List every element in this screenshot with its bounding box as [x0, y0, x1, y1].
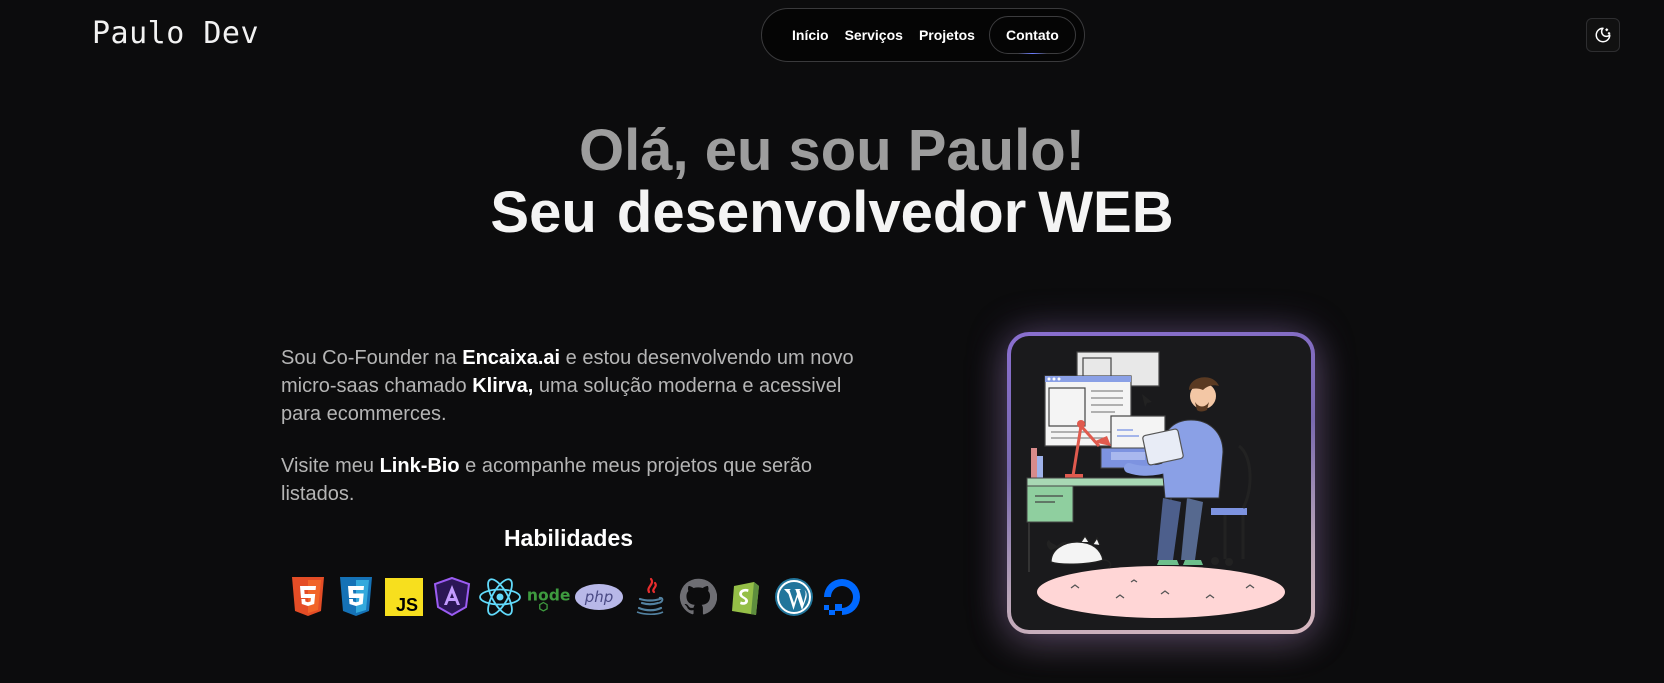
- developer-illustration: [1007, 332, 1315, 634]
- nav-item-inicio[interactable]: Início: [792, 27, 829, 43]
- skills-list: JS node php: [286, 575, 868, 619]
- css3-icon: [334, 575, 378, 619]
- moon-stars-icon: [1595, 27, 1611, 43]
- digitalocean-icon: [820, 575, 864, 619]
- product-name: Klirva,: [472, 375, 534, 397]
- about-paragraph-2: Visite meu Link-Bio e acompanhe meus pro…: [281, 452, 856, 508]
- shopify-icon: [724, 575, 768, 619]
- wordpress-icon: [772, 575, 816, 619]
- html5-icon: [286, 575, 330, 619]
- javascript-label: JS: [396, 595, 418, 615]
- link-bio-link[interactable]: Link-Bio: [380, 455, 460, 477]
- react-icon: [478, 575, 522, 619]
- php-label: php: [584, 588, 614, 606]
- main-nav: Início Serviços Projetos Contato: [761, 8, 1085, 62]
- php-icon: php: [574, 575, 624, 619]
- nav-item-projetos[interactable]: Projetos: [919, 27, 975, 43]
- about-section: Sou Co-Founder na Encaixa.ai e estou des…: [281, 344, 856, 532]
- site-logo[interactable]: Paulo Dev: [92, 16, 259, 51]
- contact-button[interactable]: Contato: [988, 16, 1076, 54]
- nodejs-label: node: [527, 587, 570, 605]
- java-icon: [628, 575, 672, 619]
- javascript-icon: JS: [382, 575, 426, 619]
- hero-highlight: WEB: [1038, 180, 1174, 245]
- hero-subtitle: Seu desenvolvedor WEB: [0, 184, 1664, 242]
- about-text: Visite meu: [281, 455, 380, 477]
- about-paragraph-1: Sou Co-Founder na Encaixa.ai e estou des…: [281, 344, 856, 428]
- github-icon: [676, 575, 720, 619]
- company-name: Encaixa.ai: [462, 347, 561, 369]
- nav-item-servicos[interactable]: Serviços: [845, 27, 903, 43]
- skills-title: Habilidades: [503, 525, 634, 551]
- angular-icon: [430, 575, 474, 619]
- about-text: Sou Co-Founder na: [281, 347, 463, 369]
- hero-subtitle-text: Seu desenvolvedor: [490, 180, 1027, 245]
- hero-greeting: Olá, eu sou Paulo!: [579, 118, 1085, 183]
- theme-toggle-button[interactable]: [1586, 18, 1620, 52]
- nodejs-icon: node: [526, 575, 570, 619]
